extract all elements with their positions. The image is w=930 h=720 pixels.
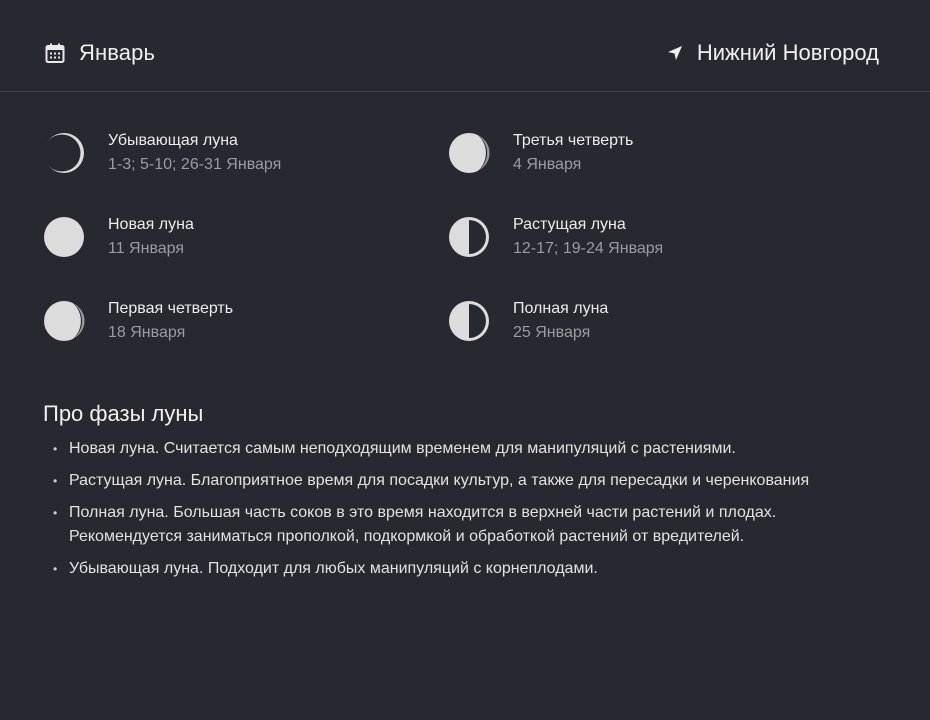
phase-waning: Убывающая луна 1-3; 5-10; 26-31 Января xyxy=(43,131,281,175)
bullet: • xyxy=(53,442,58,456)
phase-dates: 4 Января xyxy=(513,156,582,173)
phase-first-quarter: Первая четверть 18 Января xyxy=(43,299,233,343)
bullet: • xyxy=(53,562,58,576)
list-item: • Растущая луна. Благоприятное время для… xyxy=(50,469,850,493)
city-label: Нижний Новгород xyxy=(696,40,879,65)
about-title: Про фазы луны xyxy=(43,401,204,426)
phase-name: Новая луна xyxy=(108,216,194,233)
phase-name: Третья четверть xyxy=(513,132,634,149)
waxing-moon-icon xyxy=(449,217,489,257)
header: Январь Нижний Новгород xyxy=(0,0,930,92)
about-text: Новая луна. Считается самым неподходящим… xyxy=(69,440,736,457)
phase-name: Растущая луна xyxy=(513,216,626,233)
third-quarter-moon-icon xyxy=(449,133,490,173)
about-text: Растущая луна. Благоприятное время для п… xyxy=(69,472,810,489)
phase-name: Полная луна xyxy=(513,300,609,317)
phase-dates: 1-3; 5-10; 26-31 Января xyxy=(108,156,282,173)
phase-dates: 18 Января xyxy=(108,324,186,341)
month-label: Январь xyxy=(79,40,156,65)
bullet: • xyxy=(53,474,58,488)
new-moon-icon xyxy=(44,217,84,257)
phase-dates: 11 Января xyxy=(108,240,185,257)
location-arrow-icon xyxy=(667,45,683,61)
list-item: • Новая луна. Считается самым неподходящ… xyxy=(50,437,850,461)
phase-third-quarter: Третья четверть 4 Января xyxy=(448,131,633,175)
bullet: • xyxy=(53,506,58,520)
city-selector[interactable]: Нижний Новгород xyxy=(667,40,879,66)
waning-moon-icon xyxy=(43,133,84,173)
about-list: • Новая луна. Считается самым неподходящ… xyxy=(50,437,850,589)
phase-new-moon: Новая луна 11 Января xyxy=(43,215,194,259)
full-moon-icon xyxy=(449,301,489,341)
calendar-icon xyxy=(44,42,66,64)
list-item: • Полная луна. Большая часть соков в это… xyxy=(50,501,850,549)
about-text: Полная луна. Большая часть соков в это в… xyxy=(69,504,777,545)
phase-full-moon: Полная луна 25 Января xyxy=(448,299,608,343)
list-item: • Убывающая луна. Подходит для любых ман… xyxy=(50,557,850,581)
phase-dates: 25 Января xyxy=(513,324,591,341)
phase-waxing: Растущая луна 12-17; 19-24 Января xyxy=(448,215,663,259)
first-quarter-moon-icon xyxy=(44,301,85,341)
phase-dates: 12-17; 19-24 Января xyxy=(513,240,664,257)
phase-name: Убывающая луна xyxy=(108,132,238,149)
phase-name: Первая четверть xyxy=(108,300,234,317)
month-selector[interactable]: Январь xyxy=(44,40,155,66)
about-text: Убывающая луна. Подходит для любых манип… xyxy=(69,560,598,577)
